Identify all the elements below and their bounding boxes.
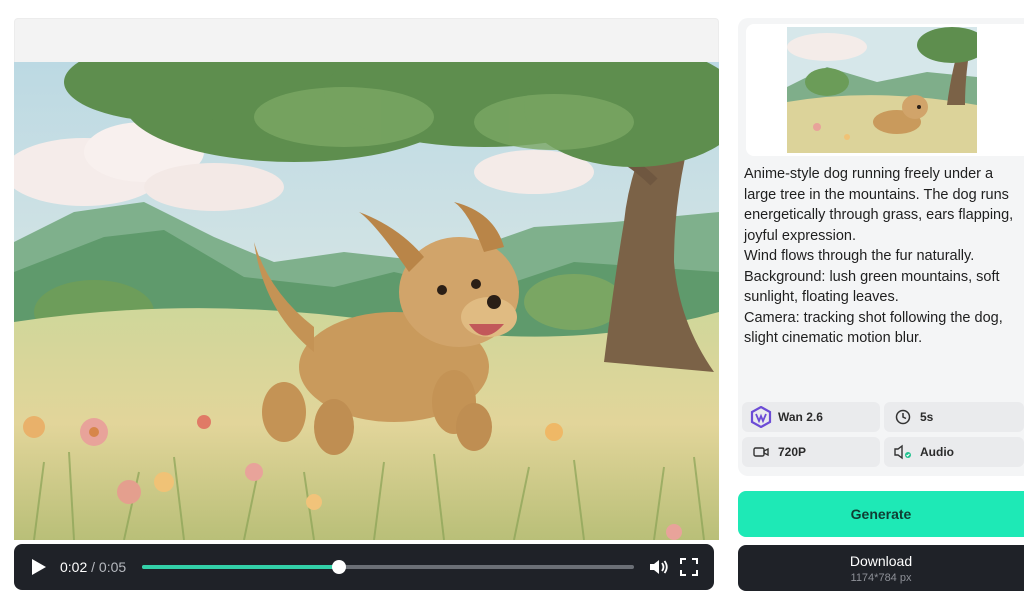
video-frame[interactable] [14, 62, 719, 540]
resolution-label: 720P [778, 445, 807, 459]
seek-progress [142, 565, 339, 569]
total-time: 0:05 [98, 559, 127, 575]
wan-logo-icon [750, 406, 772, 428]
audio-label: Audio [920, 445, 954, 459]
fullscreen-button[interactable] [678, 556, 700, 578]
fullscreen-icon [680, 558, 699, 576]
generate-button[interactable]: Generate [738, 491, 1024, 537]
duration-label: 5s [920, 410, 934, 424]
play-icon [32, 559, 46, 575]
volume-button[interactable] [648, 556, 670, 578]
model-selector[interactable]: Wan 2.6 [742, 402, 880, 432]
speaker-icon [892, 441, 914, 463]
duration-selector[interactable]: 5s [884, 402, 1024, 432]
player-top-bar [14, 18, 719, 62]
time-separator: / [87, 559, 99, 575]
download-button[interactable]: Download 1174*784 px [738, 545, 1024, 591]
prompt-text: Anime-style dog running freely under a l… [744, 166, 1014, 346]
audio-toggle[interactable]: Audio [884, 437, 1024, 467]
seek-bar[interactable] [142, 560, 635, 574]
volume-icon [650, 560, 668, 574]
video-generator-page: 0:02 / 0:05 Anime-style dog running free… [0, 0, 1024, 598]
reference-image-illustration [787, 27, 977, 153]
download-label: Download [849, 552, 913, 569]
model-label: Wan 2.6 [778, 410, 823, 424]
resolution-selector[interactable]: 720P [742, 437, 880, 467]
video-player: 0:02 / 0:05 [14, 18, 719, 592]
time-display: 0:02 / 0:05 [60, 559, 126, 575]
generation-panel: Anime-style dog running freely under a l… [738, 18, 1024, 476]
seek-handle[interactable] [331, 560, 346, 574]
player-controls: 0:02 / 0:05 [14, 544, 714, 590]
generate-label: Generate [850, 506, 912, 522]
video-camera-icon [750, 441, 772, 463]
reference-image-card[interactable] [746, 24, 1024, 156]
play-button[interactable] [28, 556, 50, 578]
video-scene-illustration [14, 62, 719, 540]
download-size: 1174*784 px [850, 571, 912, 584]
clock-icon [892, 406, 914, 428]
current-time: 0:02 [60, 559, 88, 575]
reference-image-thumbnail [787, 27, 977, 153]
